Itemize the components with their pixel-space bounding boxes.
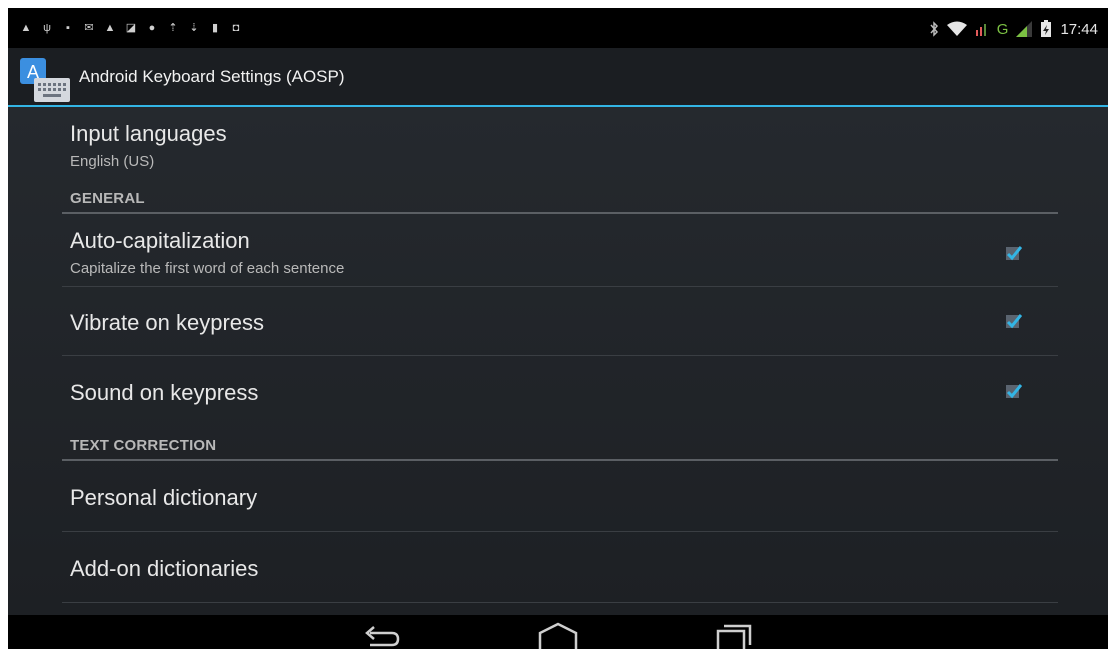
page-title: Android Keyboard Settings (AOSP) bbox=[79, 67, 345, 86]
bluetooth-icon bbox=[929, 21, 939, 37]
image-icon: ◪ bbox=[125, 22, 137, 34]
mobile-data-icon bbox=[975, 21, 989, 37]
pref-auto-capitalization[interactable]: Auto-capitalization Capitalize the first… bbox=[62, 214, 1058, 286]
home-icon[interactable] bbox=[536, 621, 580, 649]
pref-title: Auto-capitalization bbox=[70, 228, 250, 253]
notification-icons: ▲ ψ ▪ ✉ ▲ ◪ ● ⇡ ⇣ ▮ ◘ bbox=[20, 22, 242, 34]
pref-sound-on-keypress[interactable]: Sound on keypress bbox=[62, 356, 1058, 432]
usb-icon: ψ bbox=[43, 22, 51, 34]
pref-input-languages[interactable]: Input languages English (US) bbox=[62, 107, 1058, 185]
sd-card-icon: ▮ bbox=[211, 22, 219, 34]
pref-personal-dictionary[interactable]: Personal dictionary bbox=[62, 461, 1058, 531]
category-general: GENERAL bbox=[70, 190, 145, 207]
lock-icon: ▪ bbox=[66, 22, 70, 34]
network-type-label: G bbox=[996, 20, 1009, 38]
pref-summary: English (US) bbox=[70, 153, 155, 170]
pref-title: Vibrate on keypress bbox=[70, 310, 265, 335]
signal-icon bbox=[1016, 21, 1033, 37]
status-bar: ▲ ψ ▪ ✉ ▲ ◪ ● ⇡ ⇣ ▮ ◘ G 17:44 bbox=[8, 8, 1108, 48]
store-icon: ◘ bbox=[232, 22, 240, 34]
vibrate-checkbox[interactable] bbox=[1006, 313, 1022, 329]
auto-capitalization-checkbox[interactable] bbox=[1006, 245, 1022, 261]
divider bbox=[62, 602, 1058, 603]
category-text-correction: TEXT CORRECTION bbox=[70, 437, 217, 454]
pref-title: Input languages bbox=[70, 121, 227, 146]
clock: 17:44 bbox=[1060, 20, 1098, 38]
battery-icon bbox=[1040, 20, 1052, 38]
warning-icon: ▲ bbox=[20, 22, 32, 34]
pref-vibrate-on-keypress[interactable]: Vibrate on keypress bbox=[62, 287, 1058, 355]
pref-summary: Capitalize the first word of each senten… bbox=[70, 260, 345, 277]
action-bar: A Android Keyboard Settings (AOSP) bbox=[8, 48, 1108, 107]
back-icon[interactable] bbox=[362, 621, 402, 649]
navigation-bar bbox=[8, 615, 1108, 649]
keyboard-app-icon[interactable]: A bbox=[20, 58, 70, 102]
pref-title: Sound on keypress bbox=[70, 380, 259, 405]
upload-icon: ⇡ bbox=[168, 22, 178, 34]
settings-list: Input languages English (US) GENERAL Aut… bbox=[8, 107, 1108, 615]
gmail-icon: ✉ bbox=[84, 22, 94, 34]
sync-icon: ● bbox=[148, 22, 156, 34]
recent-apps-icon[interactable] bbox=[714, 621, 754, 649]
download-icon: ⇣ bbox=[189, 22, 199, 34]
device-screen: ▲ ψ ▪ ✉ ▲ ◪ ● ⇡ ⇣ ▮ ◘ G 17:44 A Android … bbox=[8, 8, 1108, 649]
warning-icon: ▲ bbox=[104, 22, 116, 34]
pref-addon-dictionaries[interactable]: Add-on dictionaries bbox=[62, 532, 1058, 602]
wifi-icon bbox=[946, 21, 967, 37]
sound-checkbox[interactable] bbox=[1006, 383, 1022, 399]
pref-title: Personal dictionary bbox=[70, 485, 258, 510]
pref-title: Add-on dictionaries bbox=[70, 556, 259, 581]
system-icons: G 17:44 bbox=[929, 20, 1098, 38]
